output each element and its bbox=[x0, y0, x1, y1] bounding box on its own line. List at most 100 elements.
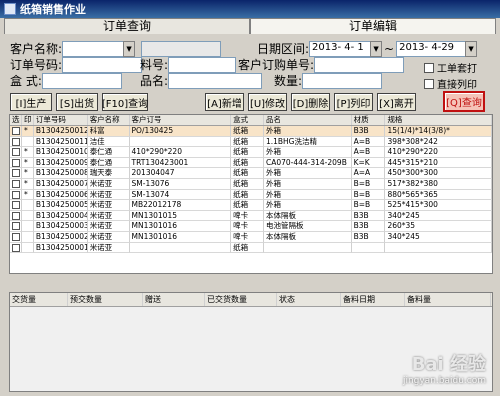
row-checkbox[interactable] bbox=[12, 179, 21, 188]
date-separator: ~ bbox=[384, 41, 395, 56]
tab-order-query[interactable]: 订单查询 bbox=[4, 18, 250, 34]
material-no-input[interactable] bbox=[168, 56, 237, 73]
row-select-cell[interactable] bbox=[10, 200, 22, 211]
col-planned-qty[interactable]: 预交数量 bbox=[68, 293, 143, 306]
date-to-input[interactable]: 2013- 4-29 bbox=[396, 40, 467, 57]
order-no-input[interactable] bbox=[62, 56, 143, 73]
row-customer-po: MN1301016 bbox=[129, 231, 232, 243]
table-row[interactable]: * B1304250012 科富 PO/130425 纸箱 外箱 B3B 15(1/4)*14… bbox=[10, 126, 492, 137]
col-select[interactable]: 选 bbox=[10, 115, 22, 125]
checkbox-box[interactable] bbox=[424, 78, 434, 89]
row-select-cell[interactable] bbox=[10, 136, 22, 148]
direct-print-checkbox[interactable]: 直接列印 bbox=[424, 76, 477, 91]
ship-button[interactable]: [S]出货 bbox=[56, 93, 98, 111]
row-select-cell[interactable] bbox=[10, 231, 22, 243]
table-row[interactable]: * B1304250007 米诺亚 SM-13076 纸箱 外箱 B=B 517*382*38… bbox=[10, 178, 492, 190]
col-customer-po[interactable]: 客户订号 bbox=[130, 115, 232, 125]
box-type-input[interactable] bbox=[41, 72, 122, 89]
chevron-down-icon[interactable]: ▼ bbox=[370, 40, 383, 57]
produce-button[interactable]: [I]生产 bbox=[10, 93, 52, 111]
table-row[interactable]: B1304250001 米诺亚 纸箱 bbox=[10, 242, 492, 254]
order-no-label: 订单号码: bbox=[10, 58, 63, 72]
row-customer-po: MN1301016 bbox=[129, 221, 232, 232]
row-select-cell[interactable] bbox=[10, 126, 22, 137]
customer-po-input[interactable] bbox=[314, 56, 405, 73]
row-order-no: B1304250010 bbox=[33, 147, 88, 158]
product-name-input[interactable] bbox=[168, 72, 263, 89]
row-customer-po: 410*290*220 bbox=[129, 147, 232, 158]
query-button[interactable]: [Q]查询 bbox=[443, 91, 485, 112]
row-box-type: 纸箱 bbox=[231, 242, 264, 254]
row-customer-po: PO/130425 bbox=[129, 126, 232, 137]
row-checkbox[interactable] bbox=[12, 158, 21, 167]
col-box-type[interactable]: 盒式 bbox=[231, 115, 264, 125]
row-checkbox[interactable] bbox=[12, 243, 21, 252]
col-prep-qty[interactable]: 备料量 bbox=[405, 293, 491, 306]
work-order-print-checkbox[interactable]: 工单套打 bbox=[424, 60, 477, 75]
date-from-picker[interactable]: 2013- 4- 1 ▼ bbox=[309, 40, 383, 57]
table-row[interactable]: B1304250003 米诺亚 MN1301016 啤卡 电池管隔板 B3B 260*35 bbox=[10, 221, 492, 232]
row-checkbox[interactable] bbox=[12, 211, 21, 220]
grid-body: * B1304250012 科富 PO/130425 纸箱 外箱 B3B 15(1/4)*14… bbox=[10, 126, 492, 254]
col-print[interactable]: 印 bbox=[22, 115, 34, 125]
row-checkbox[interactable] bbox=[12, 127, 21, 135]
table-row[interactable]: * B1304250008 瑞天泰 201304047 纸箱 外箱 A=A 450*300*3… bbox=[10, 168, 492, 179]
col-status[interactable]: 状态 bbox=[277, 293, 341, 306]
row-product-name: 外箱 bbox=[263, 200, 352, 211]
row-checkbox[interactable] bbox=[12, 169, 21, 178]
col-customer[interactable]: 客户名称 bbox=[88, 115, 130, 125]
customer-name-row: 客户名称: ▼ bbox=[10, 40, 222, 57]
f10-query-button[interactable]: [F10]查询 bbox=[102, 93, 148, 111]
date-to-picker[interactable]: 2013- 4-29 ▼ bbox=[396, 40, 478, 57]
row-select-cell[interactable] bbox=[10, 178, 22, 190]
col-product-name[interactable]: 品名 bbox=[264, 115, 352, 125]
checkbox-box[interactable] bbox=[424, 62, 434, 73]
row-checkbox[interactable] bbox=[12, 137, 21, 146]
table-row[interactable]: * B1304250009 泰仁通 TRT130423001 纸箱 CA070-444-3… bbox=[10, 157, 492, 169]
row-checkbox[interactable] bbox=[12, 190, 21, 199]
col-gift[interactable]: 赠送 bbox=[143, 293, 205, 306]
row-checkbox[interactable] bbox=[12, 232, 21, 241]
table-row[interactable]: * B1304250006 米诺亚 SM-13074 纸箱 外箱 B=B 880*565*36… bbox=[10, 189, 492, 201]
chevron-down-icon[interactable]: ▼ bbox=[123, 40, 136, 57]
row-material: B3B bbox=[351, 126, 386, 137]
row-select-cell[interactable] bbox=[10, 210, 22, 222]
col-material[interactable]: 材质 bbox=[352, 115, 386, 125]
table-row[interactable]: B1304250004 米诺亚 MN1301015 啤卡 本体隔板 B3B 340*245 bbox=[10, 210, 492, 222]
row-order-no: B1304250011 bbox=[33, 136, 88, 148]
customer-code-combo[interactable]: ▼ bbox=[62, 40, 136, 57]
delete-button[interactable]: [D]删除 bbox=[291, 93, 330, 111]
row-spec: 398*308*242 bbox=[385, 136, 492, 148]
row-checkbox[interactable] bbox=[12, 201, 21, 210]
leave-button[interactable]: [X]离开 bbox=[377, 93, 416, 111]
row-checkbox[interactable] bbox=[12, 148, 21, 157]
col-order-no[interactable]: 订单号码 bbox=[34, 115, 88, 125]
row-select-cell[interactable] bbox=[10, 242, 22, 254]
customer-code-input[interactable] bbox=[62, 40, 125, 57]
add-button[interactable]: [A]新增 bbox=[205, 93, 244, 111]
row-select-cell[interactable] bbox=[10, 147, 22, 158]
col-delivered-qty[interactable]: 已交货数量 bbox=[205, 293, 277, 306]
table-row[interactable]: * B1304250010 泰仁通 410*290*220 纸箱 外箱 A=B 410*290… bbox=[10, 147, 492, 158]
table-row[interactable]: B1304250002 米诺亚 MN1301016 啤卡 本体隔板 B3B 340*245 bbox=[10, 231, 492, 243]
row-select-cell[interactable] bbox=[10, 189, 22, 201]
print-button[interactable]: [P]列印 bbox=[334, 93, 373, 111]
row-select-cell[interactable] bbox=[10, 157, 22, 169]
row-customer: 米诺亚 bbox=[87, 242, 130, 254]
row-select-cell[interactable] bbox=[10, 221, 22, 232]
row-customer: 米诺亚 bbox=[87, 178, 130, 190]
col-prep-date[interactable]: 备料日期 bbox=[341, 293, 405, 306]
row-checkbox[interactable] bbox=[12, 222, 21, 231]
row-print-cell: * bbox=[21, 157, 34, 169]
quantity-input[interactable] bbox=[302, 72, 383, 89]
row-box-type: 纸箱 bbox=[231, 200, 264, 211]
row-select-cell[interactable] bbox=[10, 168, 22, 179]
col-spec[interactable]: 规格 bbox=[385, 115, 492, 125]
table-row[interactable]: B1304250005 米诺亚 MB22012178 纸箱 外箱 B=B 525*415*3… bbox=[10, 200, 492, 211]
col-delivery-qty[interactable]: 交货量 bbox=[10, 293, 68, 306]
edit-button[interactable]: [U]修改 bbox=[248, 93, 287, 111]
tab-order-edit[interactable]: 订单编辑 bbox=[250, 18, 496, 34]
date-from-input[interactable]: 2013- 4- 1 bbox=[309, 40, 372, 57]
chevron-down-icon[interactable]: ▼ bbox=[465, 40, 478, 57]
table-row[interactable]: B1304250011 洁佳 纸箱 1.1BHG洗洁精 A=B 398*308*242 bbox=[10, 136, 492, 148]
